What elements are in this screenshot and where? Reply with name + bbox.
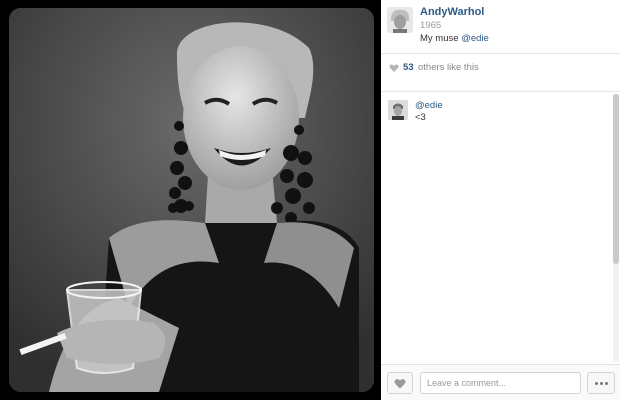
heart-icon	[389, 64, 399, 72]
caption-year: 1965	[420, 20, 442, 31]
like-button[interactable]	[387, 372, 413, 394]
comment-input[interactable]	[420, 372, 581, 394]
caption: My muse @edie	[420, 33, 489, 44]
likes-text: others like this	[418, 62, 479, 73]
photo-illustration	[9, 8, 374, 392]
post-sidebar: AndyWarhol 1965 My muse @edie 53 others …	[381, 0, 620, 400]
caption-text: My muse	[420, 33, 462, 44]
photo-panel	[0, 0, 381, 400]
comment-item: @edie <3	[388, 100, 608, 130]
caption-mention-link[interactable]: @edie	[461, 33, 489, 44]
ellipsis-icon	[594, 381, 598, 385]
post-photo[interactable]	[9, 8, 374, 392]
author-name-link[interactable]: AndyWarhol	[420, 6, 484, 18]
comment-text: <3	[415, 112, 426, 123]
more-options-button[interactable]	[587, 372, 615, 394]
author-header: AndyWarhol 1965 My muse @edie	[381, 0, 620, 54]
commenter-avatar[interactable]	[388, 100, 408, 120]
heart-icon	[394, 378, 406, 388]
scrollbar-thumb[interactable]	[613, 94, 619, 264]
comments-list: @edie <3	[381, 92, 613, 367]
comment-username-link[interactable]: @edie	[415, 100, 443, 111]
author-avatar[interactable]	[387, 7, 413, 33]
likes-summary: 53 others like this	[381, 54, 620, 92]
comments-scrollbar[interactable]	[613, 94, 619, 362]
likes-count-link[interactable]: 53	[403, 62, 414, 73]
comment-footer	[381, 364, 620, 400]
post-modal: AndyWarhol 1965 My muse @edie 53 others …	[0, 0, 620, 400]
